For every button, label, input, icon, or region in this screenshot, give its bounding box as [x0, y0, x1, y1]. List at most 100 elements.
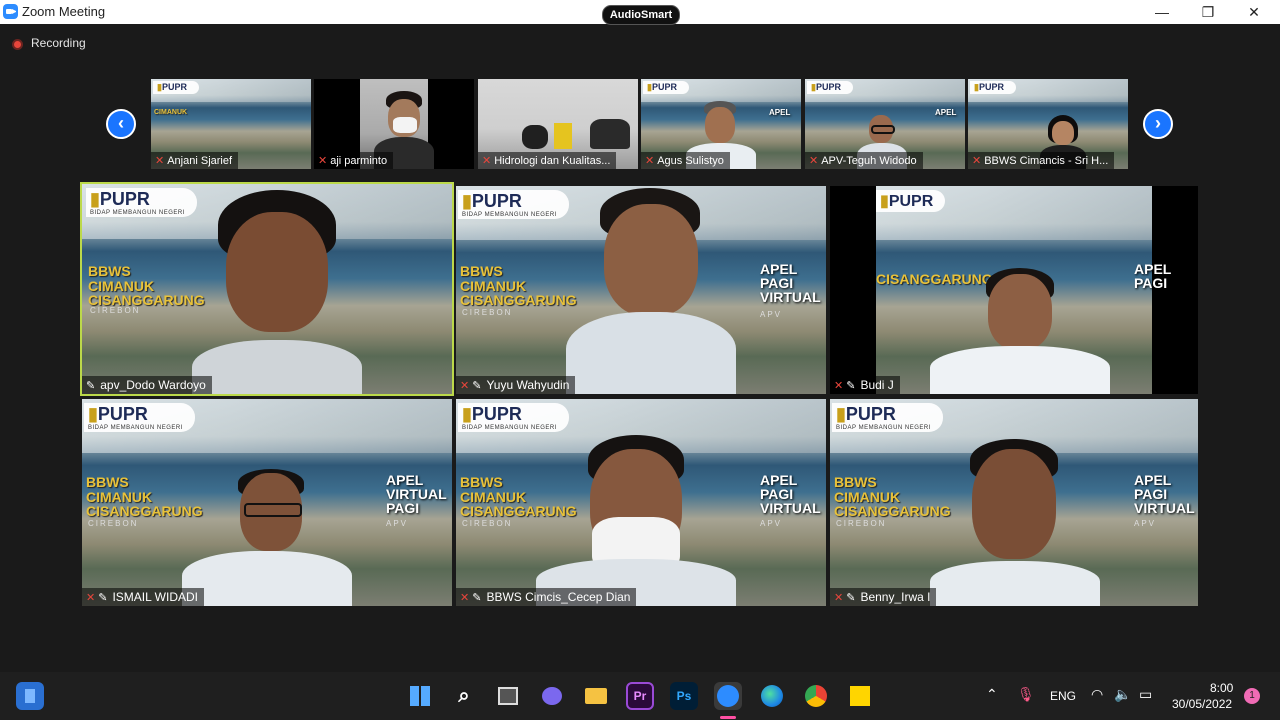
- notification-badge[interactable]: 1: [1244, 688, 1260, 704]
- pupr-logo: PUPR: [161, 82, 187, 92]
- recording-indicator[interactable]: Recording: [12, 36, 86, 50]
- pupr-logo: PUPR: [651, 82, 677, 92]
- search-icon[interactable]: ⌕: [450, 682, 478, 710]
- mic-muted-icon: ✕: [834, 380, 844, 392]
- pin-icon: ✎: [846, 380, 856, 392]
- yellow-chair: [554, 123, 572, 149]
- widgets-icon[interactable]: [16, 682, 44, 710]
- mic-muted-icon: ✕: [972, 155, 982, 167]
- clock-date[interactable]: 30/05/2022: [1172, 697, 1232, 711]
- next-page-button[interactable]: ›: [1143, 109, 1173, 139]
- participant-name: aji parminto: [330, 155, 388, 167]
- chrome-icon[interactable]: [802, 682, 830, 710]
- participant-video: [930, 439, 1100, 606]
- apv-text: APV: [760, 519, 783, 528]
- mic-muted-icon: ✕: [482, 155, 492, 167]
- wifi-icon[interactable]: ◠: [1091, 686, 1103, 703]
- participant-name: Budi J: [860, 378, 894, 392]
- close-button[interactable]: ✕: [1231, 1, 1277, 23]
- participant-name: Benny_Irwa I: [860, 590, 931, 604]
- pin-icon: ✎: [472, 380, 482, 392]
- sticky-notes-icon[interactable]: [846, 682, 874, 710]
- edge-icon[interactable]: [758, 682, 786, 710]
- task-view-icon[interactable]: [494, 682, 522, 710]
- bbws-text: CIMANUK: [86, 488, 153, 505]
- mic-muted-icon: ✕: [809, 155, 819, 167]
- participant-video: [536, 435, 736, 606]
- thumbnail-tile[interactable]: ▮PUPR APEL ✕ APV-Teguh Widodo: [805, 79, 965, 169]
- video-tile[interactable]: ▮PUPR BIDAP MEMBANGUN NEGERI BBWS CIMANUK C…: [456, 186, 826, 394]
- pin-icon: ✎: [98, 592, 108, 604]
- prev-page-button[interactable]: ‹: [106, 109, 136, 139]
- show-hidden-icons-icon[interactable]: ⌃: [986, 686, 998, 703]
- pupr-logo: PUPR: [978, 82, 1004, 92]
- apel-text: APEL: [935, 108, 957, 117]
- start-icon[interactable]: [406, 682, 434, 710]
- participant-video: [182, 469, 352, 606]
- apv-text: APV: [760, 310, 783, 319]
- chat-icon[interactable]: [538, 682, 566, 710]
- pupr-logo: PUPR: [845, 404, 896, 424]
- pupr-tagline: BIDAP MEMBANGUN NEGERI: [462, 425, 557, 431]
- maximize-button[interactable]: ❐: [1185, 1, 1231, 23]
- pupr-logo: PUPR: [97, 404, 148, 424]
- minimize-button[interactable]: —: [1139, 1, 1185, 23]
- video-tile[interactable]: ▮PUPR BIDAP MEMBANGUN NEGERI BBWS CIMANUK C…: [82, 184, 452, 394]
- thumbnail-tile[interactable]: ▮PUPR ✕ BBWS Cimancis - Sri H...: [968, 79, 1128, 169]
- pupr-tagline: BIDAP MEMBANGUN NEGERI: [462, 212, 557, 218]
- city-text: CIREBON: [88, 519, 139, 528]
- file-explorer-icon[interactable]: [582, 682, 610, 710]
- volume-icon[interactable]: 🔈: [1114, 686, 1131, 703]
- pupr-logo: PUPR: [815, 82, 841, 92]
- zoom-app-icon: [3, 4, 18, 19]
- language-indicator[interactable]: ENG: [1050, 689, 1076, 703]
- apel-text: APEL: [769, 108, 791, 117]
- city-text: CIREBON: [462, 519, 513, 528]
- pupr-logo: PUPR: [99, 189, 150, 209]
- participant-video: [590, 119, 630, 149]
- apel-text: VIRTUAL: [1134, 500, 1195, 516]
- thumbnail-tile[interactable]: ✕ Hidrologi dan Kualitas...: [478, 79, 638, 169]
- participant-name: apv_Dodo Wardoyo: [100, 378, 206, 392]
- video-tile[interactable]: ▮PUPR BIDAP MEMBANGUN NEGERI BBWS CIMANUK C…: [456, 399, 826, 606]
- zoom-taskbar-icon[interactable]: [714, 682, 742, 710]
- thumbnail-tile[interactable]: ✕ aji parminto: [314, 79, 474, 169]
- bbws-text: BBWS: [86, 474, 129, 490]
- participant-name: BBWS Cimancis - Sri H...: [984, 155, 1109, 167]
- mic-muted-icon: ✕: [645, 155, 655, 167]
- thumbnail-tile[interactable]: ▮PUPR CIMANUK ✕ Anjani Sjarief: [151, 79, 311, 169]
- bbws-text: CIMANUK: [460, 488, 527, 505]
- apel-text: PAGI: [386, 500, 420, 516]
- premiere-icon[interactable]: Pr: [626, 682, 654, 710]
- participant-video: [930, 268, 1110, 394]
- bbws-text: BBWS: [460, 263, 503, 279]
- video-tile[interactable]: ▮PUPR BIDAP MEMBANGUN NEGERI BBWS CIMANUK C…: [82, 399, 452, 606]
- participant-name: ISMAIL WIDADI: [112, 590, 199, 604]
- video-tile[interactable]: ▮PUPR BIDAP MEMBANGUN NEGERI BBWS CIMANUK C…: [830, 399, 1198, 606]
- participant-video: [522, 125, 548, 149]
- photoshop-icon[interactable]: Ps: [670, 682, 698, 710]
- thumbnail-tile[interactable]: ▮PUPR APEL ✕ Agus Sulistyo: [641, 79, 801, 169]
- apel-text: PAGI: [1134, 275, 1168, 291]
- active-app-indicator: [720, 716, 736, 719]
- participant-name: BBWS Cimcis_Cecep Dian: [486, 590, 631, 604]
- pin-icon: ✎: [86, 380, 96, 392]
- bbws-text: BBWS: [88, 263, 131, 279]
- clock-time[interactable]: 8:00: [1210, 681, 1233, 695]
- participant-name: Agus Sulistyo: [657, 155, 724, 167]
- battery-icon[interactable]: ▭: [1139, 686, 1152, 703]
- windows-taskbar: ⌕ Pr Ps ⌃ 🎙 ENG ◠ 🔈 ▭ 8:00 30/05/2022 1: [0, 672, 1280, 720]
- bbws-text: CISANGGARUNG: [460, 292, 577, 309]
- participant-name: Yuyu Wahyudin: [486, 378, 570, 392]
- mic-muted-icon: ✕: [834, 592, 844, 604]
- audiosmart-pill[interactable]: AudioSmart: [602, 5, 680, 25]
- video-tile[interactable]: ▮PUPR CISANGGARUNG APEL PAGI ✕ ✎ Budi J: [830, 186, 1198, 394]
- microphone-icon[interactable]: 🎙: [1017, 686, 1035, 703]
- pupr-logo: PUPR: [471, 404, 522, 424]
- city-text: CIREBON: [90, 306, 141, 315]
- apel-text: VIRTUAL: [760, 289, 821, 305]
- pin-icon: ✎: [846, 592, 856, 604]
- participant-video: [192, 190, 362, 394]
- pupr-logo: PUPR: [888, 193, 934, 210]
- mic-muted-icon: ✕: [460, 380, 470, 392]
